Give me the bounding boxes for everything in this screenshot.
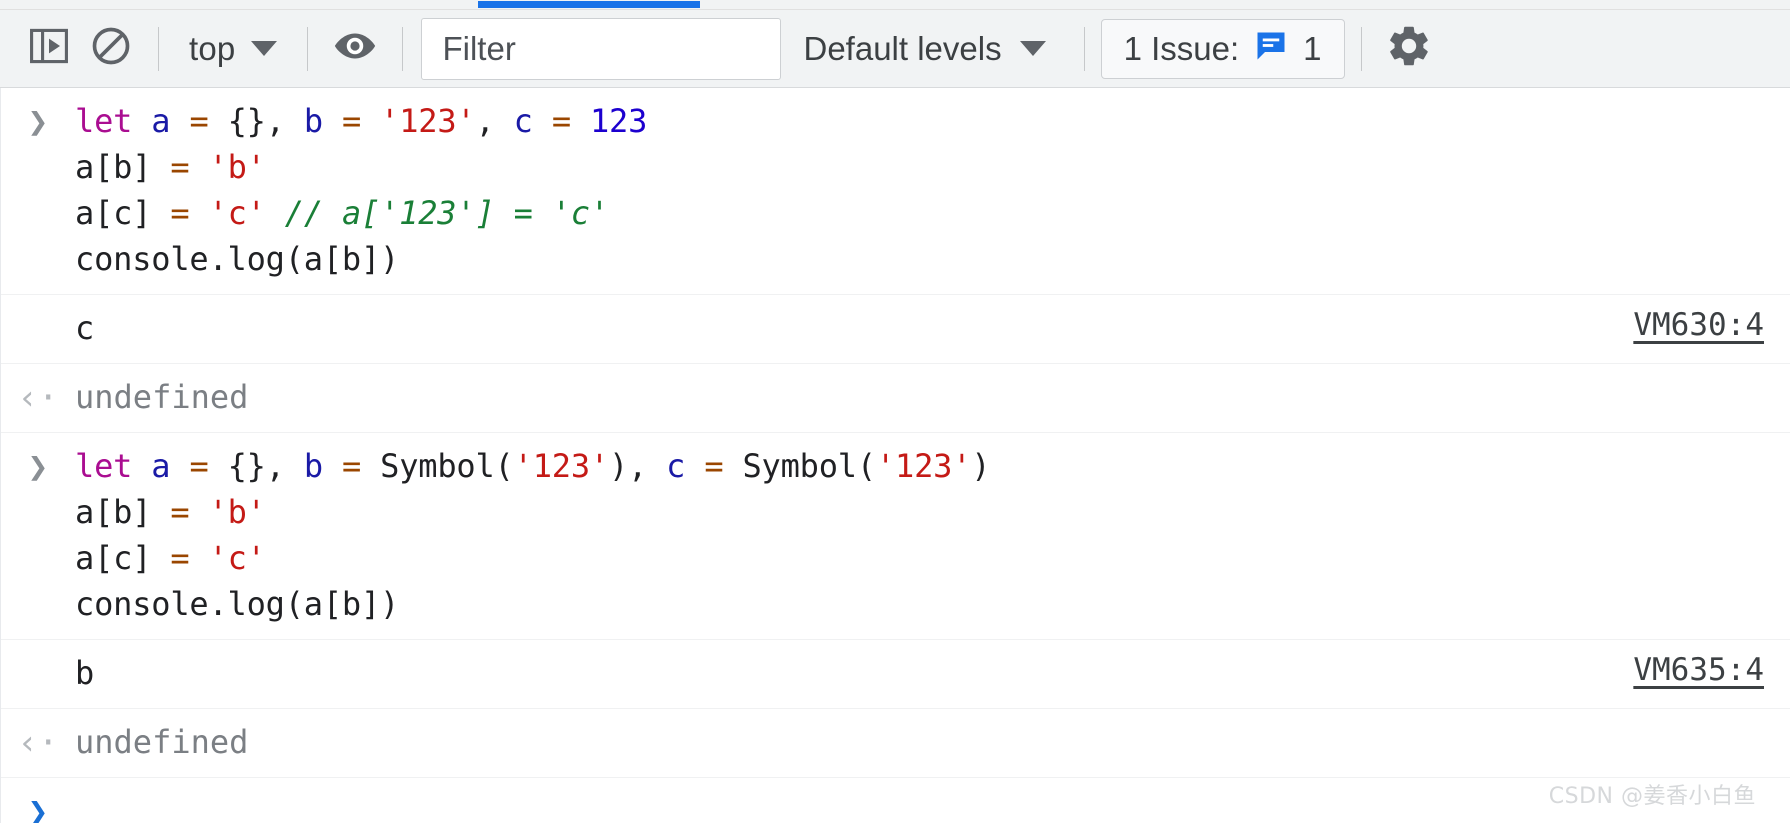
issues-count: 1 (1303, 29, 1322, 67)
issues-button[interactable]: 1 Issue: 1 (1100, 18, 1345, 79)
toolbar-divider (158, 26, 159, 71)
return-arrow-icon: ‹· (17, 723, 59, 763)
log-levels-label: Default levels (803, 29, 1002, 67)
active-tab-underline (478, 1, 700, 8)
toolbar-divider (1083, 26, 1085, 71)
filter-box[interactable] (421, 17, 782, 80)
console-log-entry[interactable]: b VM635:4 (1, 640, 1790, 709)
issue-message-icon (1253, 28, 1289, 69)
console-result-entry[interactable]: ‹· undefined (1, 364, 1790, 433)
execution-context-label: top (189, 29, 236, 67)
settings-button[interactable] (1378, 20, 1440, 78)
console-log-text: b (75, 654, 95, 692)
source-link[interactable]: VM635:4 (1633, 652, 1764, 688)
chevron-down-icon (251, 41, 278, 56)
console-input-entry[interactable]: ❯ let a = {}, b = Symbol('123'), c = Symb… (1, 433, 1790, 640)
execution-context-selector[interactable]: top (175, 20, 291, 78)
sidebar-panel-button[interactable] (18, 20, 80, 78)
console-active-prompt[interactable]: ❯ (1, 778, 1790, 823)
console-input-code: let a = {}, b = Symbol('123'), c = Symbo… (75, 447, 991, 623)
gear-icon (1385, 22, 1433, 75)
clear-console-button[interactable] (80, 20, 142, 78)
watermark: CSDN @姜香小白鱼 (1548, 784, 1756, 809)
tab-strip (0, 0, 1790, 10)
console-log-text: c (75, 309, 95, 347)
clear-console-icon (89, 24, 133, 73)
console-result-entry[interactable]: ‹· undefined (1, 709, 1790, 778)
console-result-text: undefined (75, 723, 249, 761)
console-input-entry[interactable]: ❯ let a = {}, b = '123', c = 123 a[b] = '… (1, 88, 1790, 295)
console-toolbar: top Default levels 1 Issue: 1 (0, 10, 1790, 88)
chevron-right-icon: ❯ (27, 792, 49, 823)
issues-label: 1 Issue: (1123, 29, 1240, 67)
console-input-code: let a = {}, b = '123', c = 123 a[b] = 'b… (75, 102, 648, 278)
return-arrow-icon: ‹· (17, 378, 59, 418)
source-link[interactable]: VM630:4 (1633, 307, 1764, 343)
chevron-right-icon: ❯ (27, 102, 49, 142)
console-result-text: undefined (75, 378, 249, 416)
filter-input[interactable] (440, 28, 763, 69)
console-log-entry[interactable]: c VM630:4 (1, 295, 1790, 364)
console-message-list[interactable]: ❯ let a = {}, b = '123', c = 123 a[b] = '… (0, 88, 1790, 823)
toolbar-divider (1360, 26, 1362, 71)
sidebar-panel-icon (27, 24, 71, 73)
log-levels-selector[interactable]: Default levels (781, 20, 1067, 78)
toolbar-divider (402, 26, 404, 71)
chevron-right-icon: ❯ (27, 447, 49, 487)
chevron-down-icon (1019, 41, 1046, 56)
live-expression-button[interactable] (324, 20, 386, 78)
toolbar-divider (307, 26, 309, 71)
eye-icon (332, 23, 378, 74)
